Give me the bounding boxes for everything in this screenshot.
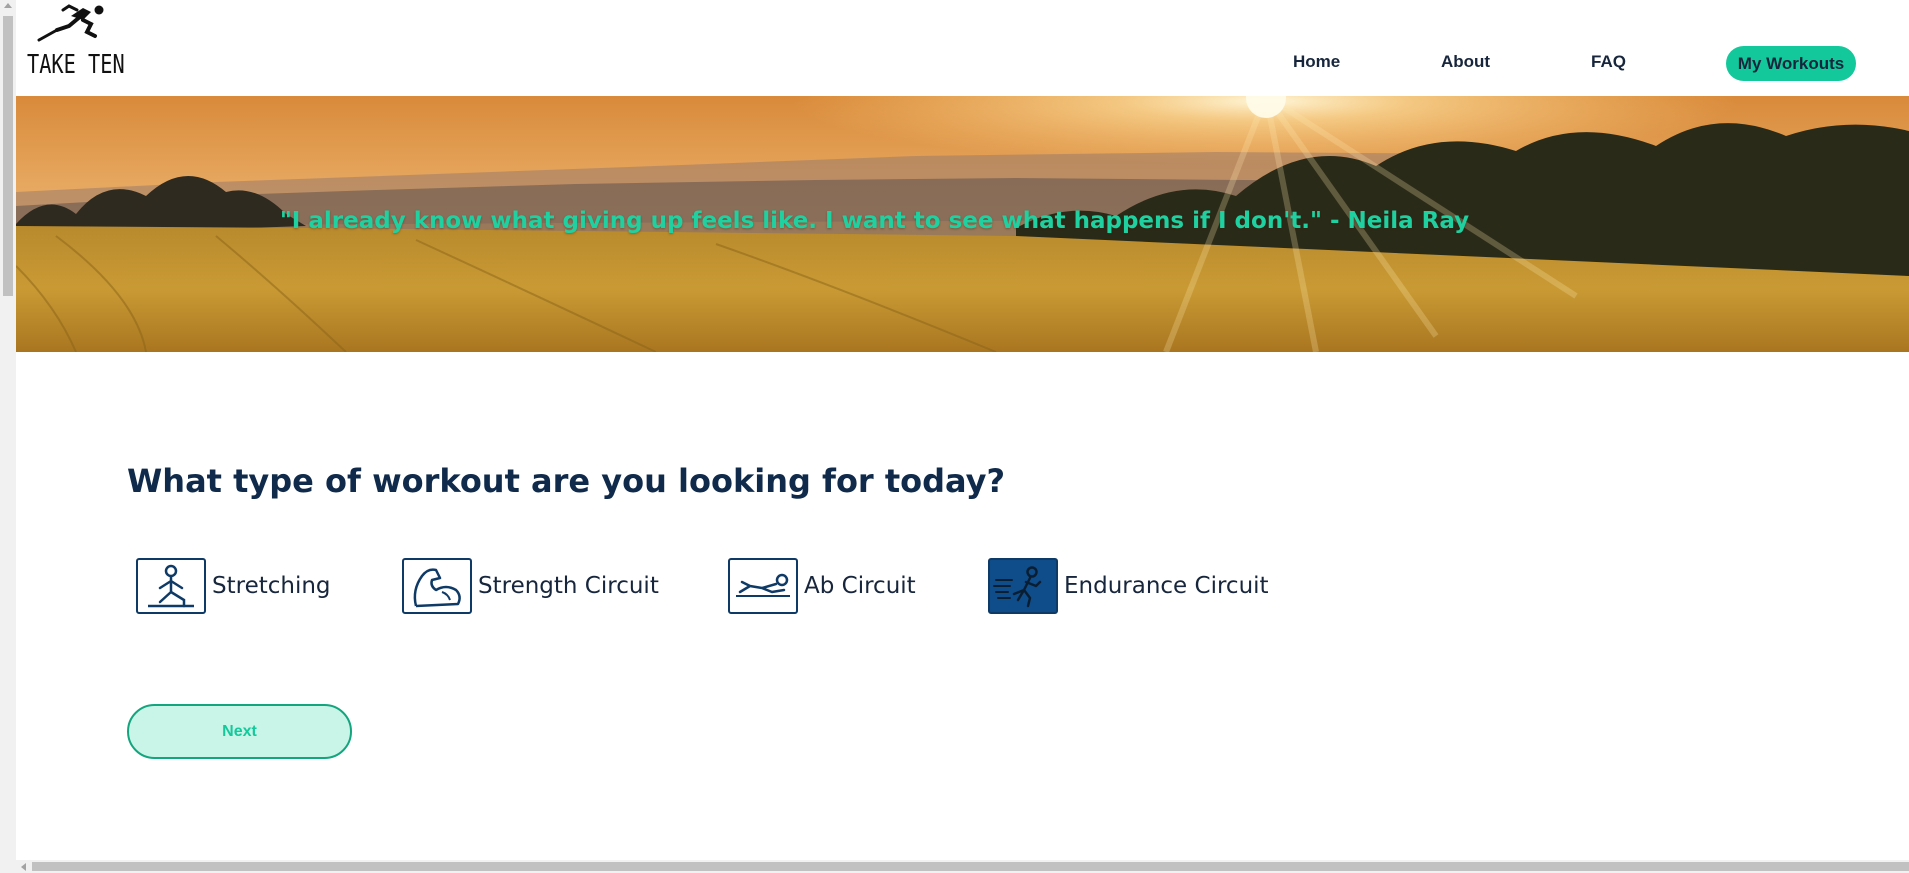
scroll-up-arrow-icon[interactable]: [4, 3, 12, 8]
nav-my-workouts-button[interactable]: My Workouts: [1726, 46, 1856, 81]
option-ab-circuit[interactable]: Ab Circuit: [728, 558, 916, 614]
running-person-icon: [988, 558, 1058, 614]
nav-about-link[interactable]: About: [1441, 52, 1490, 72]
next-button[interactable]: Next: [127, 704, 352, 759]
option-strength-circuit[interactable]: Strength Circuit: [402, 558, 659, 614]
scroll-left-arrow-icon[interactable]: [21, 863, 26, 871]
stretching-icon: [136, 558, 206, 614]
nav-home-link[interactable]: Home: [1293, 52, 1340, 72]
nav-faq-link[interactable]: FAQ: [1591, 52, 1626, 72]
logo[interactable]: TAKE TEN: [21, 2, 125, 82]
hero-quote: "I already know what giving up feels lik…: [16, 208, 1909, 234]
hero-banner: "I already know what giving up feels lik…: [16, 96, 1909, 352]
site-header: TAKE TEN Home About FAQ My Workouts: [16, 0, 1909, 96]
option-stretching-label: Stretching: [212, 573, 331, 599]
hero-quote-text: "I already know what giving up feels lik…: [279, 208, 1470, 234]
horizontal-scrollbar[interactable]: [16, 860, 1909, 873]
situp-icon: [728, 558, 798, 614]
option-ab-circuit-label: Ab Circuit: [804, 573, 916, 599]
workout-type-question: What type of workout are you looking for…: [127, 462, 1006, 500]
vertical-scrollbar[interactable]: [0, 0, 16, 873]
option-endurance-circuit[interactable]: Endurance Circuit: [988, 558, 1269, 614]
option-endurance-circuit-label: Endurance Circuit: [1064, 573, 1269, 599]
sprinter-logo-icon: [37, 4, 104, 42]
option-strength-circuit-label: Strength Circuit: [478, 573, 659, 599]
horizontal-scrollbar-thumb[interactable]: [32, 862, 1909, 871]
page: TAKE TEN Home About FAQ My Workouts "I a…: [16, 0, 1909, 860]
option-stretching[interactable]: Stretching: [136, 558, 331, 614]
logo-text: TAKE TEN: [27, 50, 125, 80]
vertical-scrollbar-thumb[interactable]: [3, 16, 13, 296]
flexed-bicep-icon: [402, 558, 472, 614]
